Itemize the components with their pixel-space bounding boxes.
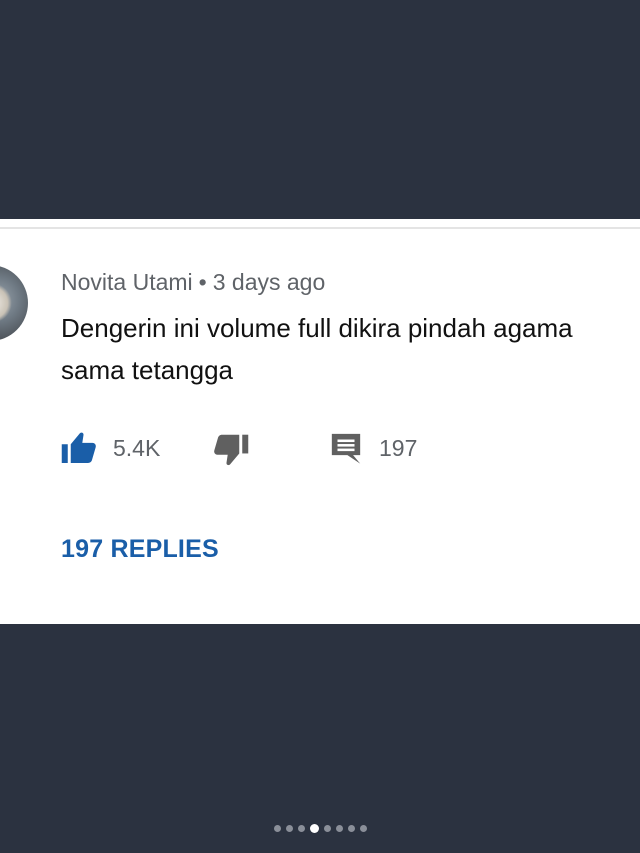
- comment-text-line: sama tetangga: [61, 355, 234, 385]
- comment-meta: Novita Utami • 3 days ago: [61, 269, 325, 296]
- carousel-dot[interactable]: [323, 824, 331, 832]
- dislike-button[interactable]: [213, 433, 249, 467]
- carousel-indicator: [0, 822, 640, 834]
- meta-separator: •: [198, 269, 207, 295]
- divider: [0, 227, 640, 229]
- comment-card: Novita Utami • 3 days ago Dengerin ini vol…: [0, 219, 640, 624]
- avatar[interactable]: [0, 265, 28, 341]
- carousel-dot[interactable]: [347, 824, 355, 832]
- reply-button[interactable]: 197: [329, 431, 417, 465]
- carousel-dot[interactable]: [359, 824, 367, 832]
- thumbs-up-icon: [61, 431, 97, 465]
- carousel-dot[interactable]: [297, 824, 305, 832]
- comment-actions: 5.4K 197: [61, 431, 621, 471]
- like-button[interactable]: 5.4K: [61, 431, 160, 465]
- comment-text: Dengerin ini volume full dikira pindah a…: [61, 307, 640, 391]
- comment-icon: [329, 431, 363, 465]
- comment-text-line: Dengerin ini volume full dikira pindah a…: [61, 313, 573, 343]
- comment-time: 3 days ago: [212, 269, 326, 295]
- carousel-dot[interactable]: [273, 824, 281, 832]
- carousel-dot[interactable]: [335, 824, 343, 832]
- like-count: 5.4K: [113, 434, 161, 461]
- view-replies-link[interactable]: 197 REPLIES: [61, 535, 219, 564]
- carousel-dot-active[interactable]: [309, 823, 319, 833]
- thumbs-down-icon: [213, 433, 249, 467]
- carousel-dot[interactable]: [285, 824, 293, 832]
- reply-count: 197: [379, 434, 418, 461]
- author-name[interactable]: Novita Utami: [61, 269, 193, 295]
